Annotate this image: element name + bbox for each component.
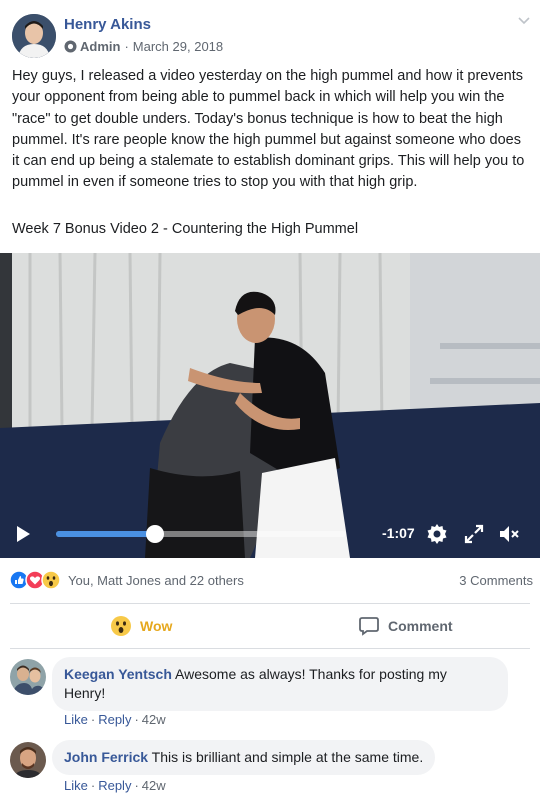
progress-knob[interactable] bbox=[145, 525, 164, 543]
time-remaining: -1:07 bbox=[382, 525, 415, 541]
admin-badge-icon bbox=[64, 40, 77, 53]
comment-text-continued: Henry! bbox=[64, 685, 106, 701]
post-meta: Admin · March 29, 2018 bbox=[64, 39, 223, 54]
wow-icon bbox=[111, 616, 131, 636]
gear-icon[interactable] bbox=[425, 522, 449, 546]
post-video-title: Week 7 Bonus Video 2 - Countering the Hi… bbox=[12, 221, 359, 237]
progress-fill bbox=[56, 531, 155, 537]
comment-bubble: John Ferrick This is brilliant and simpl… bbox=[52, 740, 436, 775]
muted-speaker-icon[interactable] bbox=[498, 522, 522, 546]
wow-icon bbox=[41, 570, 61, 590]
post-body-text: Hey guys, I released a video yesterday o… bbox=[12, 68, 525, 191]
comment-age[interactable]: 42w bbox=[142, 778, 166, 793]
admin-role: Admin bbox=[80, 39, 121, 54]
post-header: Henry Akins Admin · March 29, 2018 bbox=[0, 0, 540, 62]
post-date[interactable]: March 29, 2018 bbox=[133, 39, 223, 54]
commenter-avatar[interactable] bbox=[10, 742, 46, 778]
chevron-down-icon[interactable] bbox=[516, 12, 532, 28]
comment-age[interactable]: 42w bbox=[142, 712, 166, 727]
progress-bar[interactable] bbox=[56, 525, 346, 543]
comment-text: Awesome as always! Thanks for posting my bbox=[175, 666, 447, 682]
reactions-summary: You, Matt Jones and 22 others 3 Comments bbox=[0, 566, 540, 594]
wow-button[interactable]: Wow bbox=[110, 606, 172, 646]
play-icon[interactable] bbox=[14, 525, 32, 543]
video-player[interactable]: -1:07 bbox=[0, 253, 540, 558]
commenter-name[interactable]: Keegan Yentsch bbox=[64, 666, 172, 682]
post-author-name[interactable]: Henry Akins bbox=[64, 16, 151, 33]
comment-actions: Like · Reply · 42w bbox=[64, 778, 166, 793]
comments-count[interactable]: 3 Comments bbox=[459, 573, 533, 588]
like-link[interactable]: Like bbox=[64, 778, 88, 793]
comment-text: This is brilliant and simple at the same… bbox=[151, 749, 424, 765]
comment-bubble: Keegan Yentsch Awesome as always! Thanks… bbox=[52, 657, 508, 711]
divider bbox=[10, 603, 530, 604]
reaction-icons[interactable] bbox=[10, 570, 66, 590]
comment-button[interactable]: Comment bbox=[358, 606, 453, 646]
commenter-avatar[interactable] bbox=[10, 659, 46, 695]
meta-separator: · bbox=[124, 39, 129, 54]
like-link[interactable]: Like bbox=[64, 712, 88, 727]
commenter-name[interactable]: John Ferrick bbox=[64, 749, 148, 765]
reply-link[interactable]: Reply bbox=[98, 778, 131, 793]
speech-bubble-icon bbox=[359, 617, 379, 636]
comment-actions: Like · Reply · 42w bbox=[64, 712, 166, 727]
reaction-names[interactable]: You, Matt Jones and 22 others bbox=[68, 573, 244, 588]
post-actions: Wow Comment bbox=[0, 606, 540, 646]
video-controls: -1:07 bbox=[0, 508, 540, 558]
comment-label: Comment bbox=[388, 618, 453, 634]
expand-icon[interactable] bbox=[462, 522, 486, 546]
author-avatar[interactable] bbox=[12, 14, 56, 58]
divider bbox=[10, 648, 530, 649]
wow-label: Wow bbox=[140, 618, 173, 634]
reply-link[interactable]: Reply bbox=[98, 712, 131, 727]
